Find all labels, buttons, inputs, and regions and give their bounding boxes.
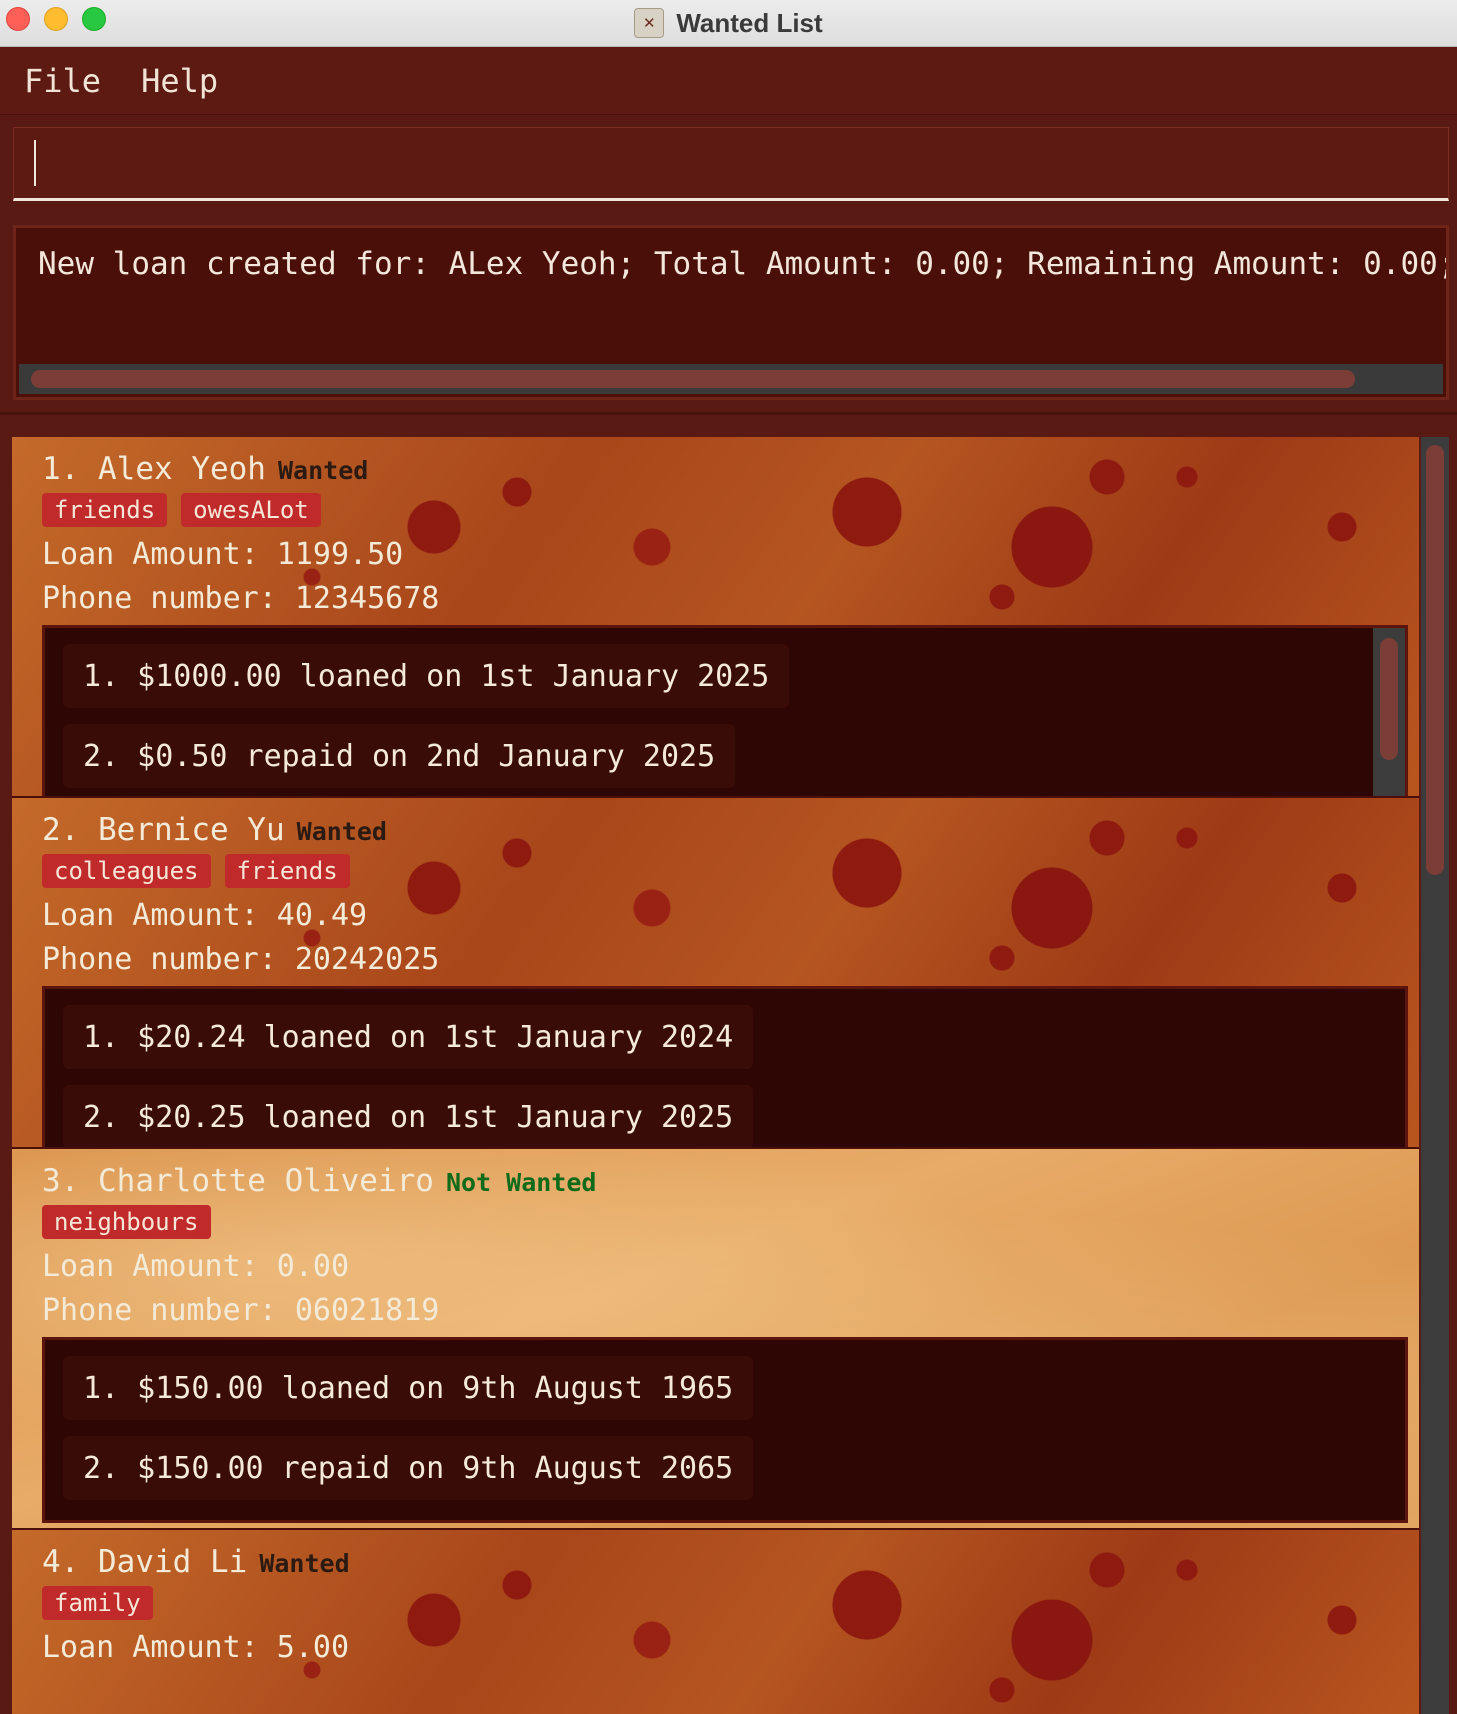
- menu-file[interactable]: File: [24, 62, 101, 100]
- loan-entry: 1. $1000.00 loaned on 1st January 2025: [63, 644, 790, 708]
- result-scrollbar-thumb[interactable]: [31, 370, 1355, 388]
- loan-entry: 2. $150.00 repaid on 9th August 2065: [63, 1436, 754, 1500]
- tag-list: neighbours: [42, 1205, 211, 1239]
- not-wanted-status: Not Wanted: [445, 1168, 597, 1197]
- person-card[interactable]: 4. David Li Wanted family Loan Amount: 5…: [12, 1530, 1419, 1714]
- window-title-group: ✕ Wanted List: [634, 7, 823, 39]
- loan-amount: Loan Amount: 40.49: [42, 898, 368, 933]
- window-controls: [6, 7, 106, 31]
- loan-entry: 1. $20.24 loaned on 1st January 2024: [63, 1005, 754, 1069]
- loan-history-list[interactable]: 1. $150.00 loaned on 9th August 1965 2. …: [42, 1337, 1408, 1523]
- window-title: Wanted List: [676, 7, 823, 38]
- loan-list-scrollbar[interactable]: [1373, 628, 1405, 796]
- menu-bar: File Help: [0, 47, 1457, 115]
- person-index: 3.: [42, 1163, 80, 1199]
- tag: friends: [42, 493, 168, 527]
- person-index: 1.: [42, 451, 80, 487]
- phone-number: Phone number: 12345678: [42, 581, 440, 616]
- command-box[interactable]: [13, 127, 1449, 201]
- title-bar: ✕ Wanted List: [0, 0, 1457, 47]
- phone-number: Phone number: 06021819: [42, 1293, 440, 1328]
- close-window-button[interactable]: [6, 7, 30, 31]
- loan-entry: 2. $20.25 loaned on 1st January 2025: [63, 1085, 754, 1147]
- loan-history-list[interactable]: 1. $1000.00 loaned on 1st January 2025 2…: [42, 625, 1408, 796]
- person-header: 3. Charlotte Oliveiro Not Wanted: [42, 1163, 596, 1199]
- tag: family: [42, 1586, 153, 1620]
- tag: neighbours: [42, 1205, 211, 1239]
- tag-list: family: [42, 1586, 153, 1620]
- person-index: 4.: [42, 1544, 80, 1580]
- tag: colleagues: [42, 854, 211, 888]
- result-message: New loan created for: ALex Yeoh; Total A…: [38, 246, 1449, 282]
- person-card[interactable]: 2. Bernice Yu Wanted colleagues friends …: [12, 798, 1419, 1149]
- wanted-status: Wanted: [277, 456, 369, 485]
- person-list: 1. Alex Yeoh Wanted friends owesALot Loa…: [12, 437, 1419, 1714]
- person-name: Alex Yeoh: [98, 451, 266, 487]
- result-horizontal-scrollbar[interactable]: [19, 364, 1443, 394]
- loan-amount: Loan Amount: 0.00: [42, 1249, 350, 1284]
- person-header: 4. David Li Wanted: [42, 1544, 350, 1580]
- person-list-scrollbar[interactable]: [1421, 437, 1449, 1714]
- wanted-status: Wanted: [259, 1549, 350, 1578]
- person-index: 2.: [42, 812, 80, 848]
- person-card[interactable]: 3. Charlotte Oliveiro Not Wanted neighbo…: [12, 1149, 1419, 1530]
- wanted-status: Wanted: [296, 817, 387, 846]
- wanted-list-app-icon: ✕: [634, 8, 665, 38]
- loan-list-scrollbar-thumb[interactable]: [1380, 638, 1398, 760]
- person-list-panel: 1. Alex Yeoh Wanted friends owesALot Loa…: [0, 412, 1457, 1714]
- loan-amount: Loan Amount: 1199.50: [42, 537, 404, 572]
- person-name: Bernice Yu: [98, 812, 285, 848]
- person-header: 2. Bernice Yu Wanted: [42, 812, 387, 848]
- person-list-scrollbar-thumb[interactable]: [1426, 445, 1444, 875]
- loan-history-list[interactable]: 1. $20.24 loaned on 1st January 2024 2. …: [42, 986, 1408, 1147]
- minimize-window-button[interactable]: [44, 7, 68, 31]
- tag-list: colleagues friends: [42, 854, 350, 888]
- loan-entry: 1. $150.00 loaned on 9th August 1965: [63, 1356, 754, 1420]
- person-name: David Li: [98, 1544, 248, 1580]
- phone-number: Phone number: 20242025: [42, 942, 440, 977]
- loan-entry: 2. $0.50 repaid on 2nd January 2025: [63, 724, 736, 788]
- menu-help[interactable]: Help: [141, 62, 218, 100]
- text-caret: [34, 140, 36, 186]
- person-card[interactable]: 1. Alex Yeoh Wanted friends owesALot Loa…: [12, 437, 1419, 798]
- zoom-window-button[interactable]: [82, 7, 106, 31]
- tag: friends: [224, 854, 350, 888]
- result-display: New loan created for: ALex Yeoh; Total A…: [13, 225, 1449, 400]
- command-input[interactable]: [38, 136, 1428, 192]
- person-header: 1. Alex Yeoh Wanted: [42, 451, 368, 487]
- tag-list: friends owesALot: [42, 493, 321, 527]
- person-name: Charlotte Oliveiro: [98, 1163, 434, 1199]
- tag: owesALot: [181, 493, 321, 527]
- loan-amount: Loan Amount: 5.00: [42, 1630, 350, 1665]
